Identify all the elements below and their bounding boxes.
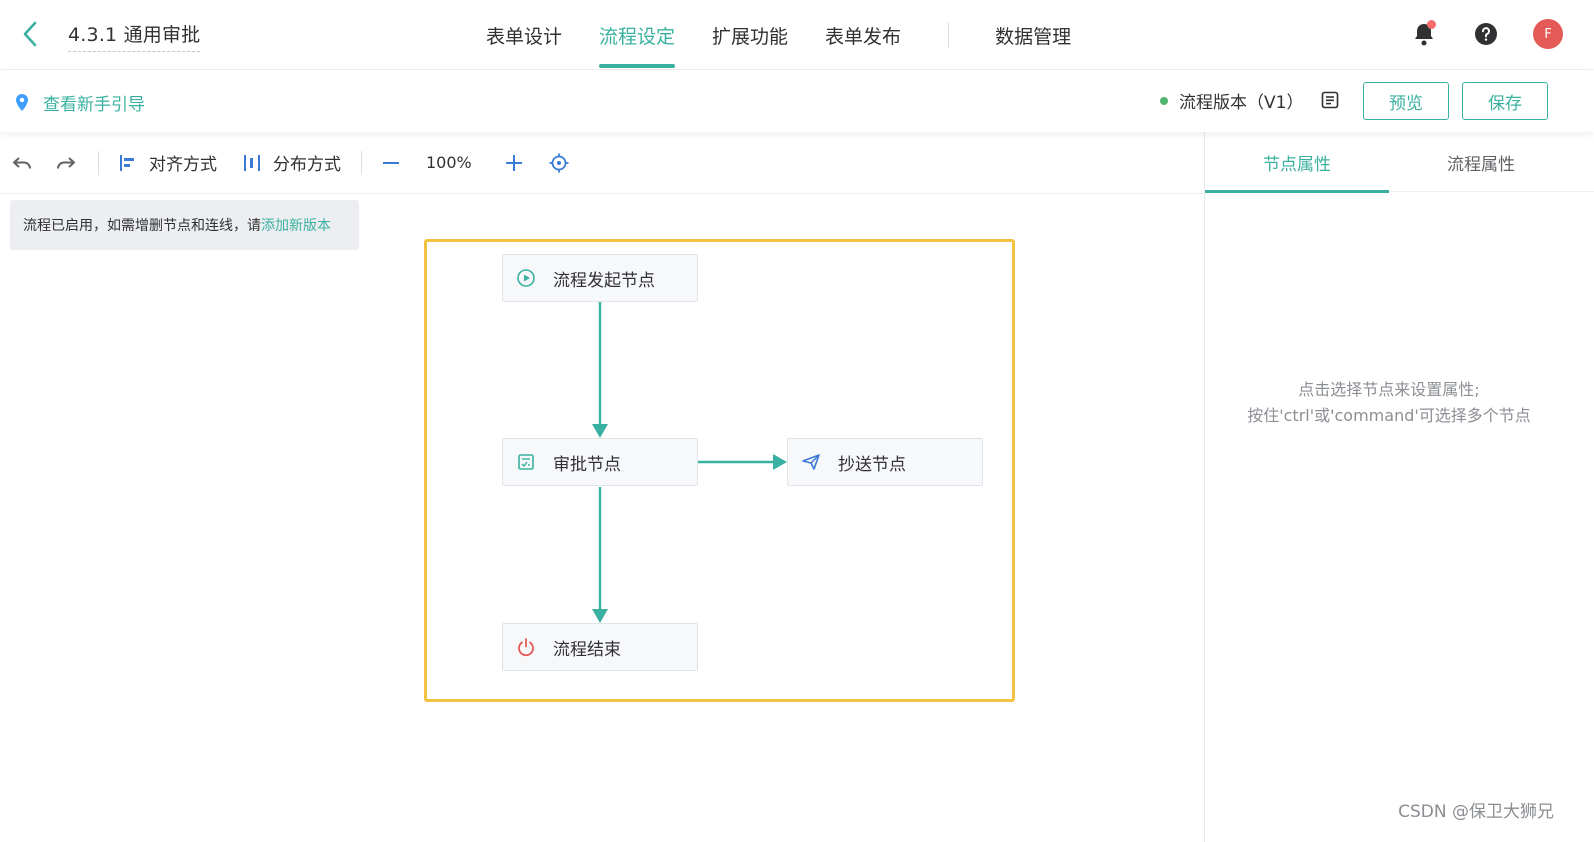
node-cc[interactable]: 抄送节点 [787,438,983,486]
distribute-tool[interactable]: 分布方式 [243,150,341,175]
unread-dot [1427,20,1436,29]
notice-text: 流程已启用，如需增删节点和连线，请 [23,218,261,234]
node-approve[interactable]: 审批节点 [502,438,698,486]
locate-center-icon[interactable] [549,153,569,173]
tab-form-design[interactable]: 表单设计 [486,0,562,70]
node-end-label: 流程结束 [553,639,621,660]
undo-icon[interactable] [12,155,32,171]
location-pin-icon [16,93,28,111]
guide-label: 查看新手引导 [43,95,145,115]
distribute-icon [244,154,260,171]
node-start[interactable]: 流程发起节点 [502,254,698,302]
toolbar-divider [98,150,99,175]
tab-process-properties[interactable]: 流程属性 [1389,132,1573,192]
zoom-out-icon[interactable] [382,154,400,172]
node-approve-label: 审批节点 [553,454,621,475]
approval-form-icon [516,452,536,472]
version-status-dot [1160,96,1168,105]
align-tool[interactable]: 对齐方式 [119,150,217,175]
user-avatar[interactable]: F [1530,16,1566,52]
save-button[interactable]: 保存 [1462,82,1548,120]
process-version: 流程版本（V1） [1160,88,1303,113]
tab-form-publish[interactable]: 表单发布 [825,0,901,70]
align-label: 对齐方式 [149,155,217,175]
add-version-link[interactable]: 添加新版本 [261,215,331,235]
canvas-toolbar: 对齐方式 分布方式 100% [0,132,1204,194]
distribute-label: 分布方式 [273,155,341,175]
sub-header: 查看新手引导 流程版本（V1） 预览 保存 [0,70,1594,132]
property-panel: 节点属性 流程属性 点击选择节点来设置属性; 按住'ctrl'或'command… [1204,132,1594,842]
hint-line-1: 点击选择节点来设置属性; [1298,380,1480,399]
top-header: 4.3.1 通用审批 表单设计 流程设定 扩展功能 表单发布 数据管理 F [0,0,1594,70]
power-icon [516,637,536,657]
version-label: 流程版本（V1） [1179,93,1304,113]
tab-data-management[interactable]: 数据管理 [995,0,1071,70]
document-list-icon[interactable] [1320,90,1340,114]
help-icon[interactable] [1468,16,1504,52]
node-end[interactable]: 流程结束 [502,623,698,671]
tab-process-settings[interactable]: 流程设定 [599,0,676,70]
app-title[interactable]: 4.3.1 通用审批 [68,20,201,52]
zoom-in-icon[interactable] [505,154,523,172]
back-icon[interactable] [14,16,46,52]
zoom-level: 100% [426,153,472,172]
preview-button[interactable]: 预览 [1363,82,1449,120]
align-left-icon [120,154,134,171]
node-cc-label: 抄送节点 [838,454,906,475]
tab-node-properties[interactable]: 节点属性 [1205,132,1389,193]
paper-plane-icon [801,452,821,472]
header-actions: F [1380,16,1566,52]
app-root: 4.3.1 通用审批 表单设计 流程设定 扩展功能 表单发布 数据管理 F 查看… [0,0,1594,842]
notification-bell-icon[interactable] [1406,16,1442,52]
main-nav: 表单设计 流程设定 扩展功能 表单发布 数据管理 [486,0,1108,70]
watermark: CSDN @保卫大狮兄 [1398,802,1554,822]
hint-line-2: 按住'ctrl'或'command'可选择多个节点 [1247,406,1531,425]
guide-link[interactable]: 查看新手引导 [14,90,145,115]
enabled-notice: 流程已启用，如需增删节点和连线，请 添加新版本 [10,200,359,250]
play-circle-icon [516,268,536,288]
node-start-label: 流程发起节点 [553,270,655,291]
toolbar-divider [361,150,362,175]
panel-tabs: 节点属性 流程属性 [1205,132,1594,193]
tab-extensions[interactable]: 扩展功能 [712,0,788,70]
redo-icon[interactable] [56,155,76,171]
panel-hint: 点击选择节点来设置属性; 按住'ctrl'或'command'可选择多个节点 [1205,377,1573,429]
nav-divider [948,22,950,48]
avatar-initial: F [1533,19,1563,49]
